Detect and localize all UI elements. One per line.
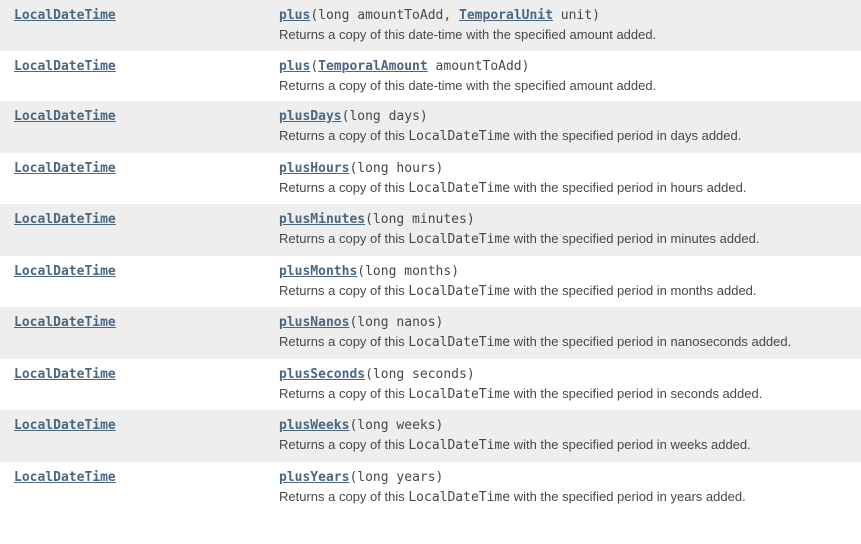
return-type-link[interactable]: LocalDateTime — [14, 470, 116, 485]
method-name-link[interactable]: plusHours — [279, 161, 349, 176]
method-name-link[interactable]: plusMonths — [279, 264, 357, 279]
method-description: Returns a copy of this LocalDateTime wit… — [279, 179, 851, 198]
method-signature: plusWeeks(long weeks) — [279, 417, 443, 432]
method-signature: plusYears(long years) — [279, 469, 443, 484]
return-type-link[interactable]: LocalDateTime — [14, 212, 116, 227]
signature-text: (long minutes) — [365, 212, 475, 227]
table-row: LocalDateTime plusWeeks(long weeks) Return… — [0, 410, 861, 462]
method-cell: plusMinutes(long minutes) Returns a copy … — [279, 204, 861, 256]
method-description: Returns a copy of this LocalDateTime wit… — [279, 230, 851, 249]
method-cell: plusSeconds(long seconds) Returns a copy … — [279, 359, 861, 411]
method-description: Returns a copy of this date-time with th… — [279, 77, 851, 95]
table-row: LocalDateTime plus(TemporalAmount amountT… — [0, 51, 861, 102]
method-signature: plusMonths(long months) — [279, 263, 459, 278]
method-description: Returns a copy of this date-time with th… — [279, 26, 851, 44]
return-type-link[interactable]: LocalDateTime — [14, 8, 116, 23]
method-description: Returns a copy of this LocalDateTime wit… — [279, 385, 851, 404]
return-type-cell: LocalDateTime — [0, 256, 279, 308]
signature-text: (long hours) — [349, 161, 443, 176]
signature-text: (long weeks) — [349, 418, 443, 433]
return-type-link[interactable]: LocalDateTime — [14, 264, 116, 279]
method-cell: plus(long amountToAdd, TemporalUnit unit… — [279, 0, 861, 51]
param-type-link[interactable]: TemporalAmount — [318, 59, 428, 74]
signature-text: (long nanos) — [349, 315, 443, 330]
method-signature: plus(TemporalAmount amountToAdd) — [279, 58, 529, 73]
return-type-cell: LocalDateTime — [0, 359, 279, 411]
method-name-link[interactable]: plusWeeks — [279, 418, 349, 433]
signature-text: ( — [310, 59, 318, 74]
return-type-link[interactable]: LocalDateTime — [14, 418, 116, 433]
method-description: Returns a copy of this LocalDateTime wit… — [279, 282, 851, 301]
signature-text: (long seconds) — [365, 367, 475, 382]
method-description: Returns a copy of this LocalDateTime wit… — [279, 127, 851, 146]
method-signature: plusDays(long days) — [279, 108, 428, 123]
method-name-link[interactable]: plusYears — [279, 470, 349, 485]
method-cell: plusMonths(long months) Returns a copy of… — [279, 256, 861, 308]
table-row: LocalDateTime plusHours(long hours) Return… — [0, 153, 861, 205]
method-cell: plusDays(long days) Returns a copy of thi… — [279, 101, 861, 153]
method-cell: plusYears(long years) Returns a copy of t… — [279, 462, 861, 514]
method-description: Returns a copy of this LocalDateTime wit… — [279, 333, 851, 352]
method-cell: plusHours(long hours) Returns a copy of t… — [279, 153, 861, 205]
method-description: Returns a copy of this LocalDateTime wit… — [279, 488, 851, 507]
method-name-link[interactable]: plus — [279, 59, 310, 74]
return-type-cell: LocalDateTime — [0, 0, 279, 51]
method-signature: plusNanos(long nanos) — [279, 314, 443, 329]
table-row: LocalDateTime plusMinutes(long minutes) Re… — [0, 204, 861, 256]
param-type-link[interactable]: TemporalUnit — [459, 8, 553, 23]
method-name-link[interactable]: plus — [279, 8, 310, 23]
table-row: LocalDateTime plusSeconds(long seconds) Re… — [0, 359, 861, 411]
method-signature: plusHours(long hours) — [279, 160, 443, 175]
signature-text: (long amountToAdd, — [310, 8, 459, 23]
table-row: LocalDateTime plusYears(long years) Return… — [0, 462, 861, 514]
signature-text: amountToAdd) — [428, 59, 530, 74]
return-type-link[interactable]: LocalDateTime — [14, 59, 116, 74]
method-signature: plusSeconds(long seconds) — [279, 366, 475, 381]
return-type-cell: LocalDateTime — [0, 204, 279, 256]
method-summary-table: LocalDateTimeplus(long amountToAdd, Temp… — [0, 0, 861, 513]
method-name-link[interactable]: plusMinutes — [279, 212, 365, 227]
table-row: LocalDateTime plus(long amountToAdd, Temp… — [0, 0, 861, 51]
method-cell: plusWeeks(long weeks) Returns a copy of t… — [279, 410, 861, 462]
return-type-cell: LocalDateTime — [0, 101, 279, 153]
table-row: LocalDateTime plusMonths(long months) Retu… — [0, 256, 861, 308]
method-name-link[interactable]: plusSeconds — [279, 367, 365, 382]
table-row: LocalDateTime plusDays(long days) Returns … — [0, 101, 861, 153]
signature-text: (long days) — [342, 109, 428, 124]
return-type-cell: LocalDateTime — [0, 307, 279, 359]
signature-text: (long months) — [357, 264, 459, 279]
method-name-link[interactable]: plusDays — [279, 109, 342, 124]
table-row: LocalDateTime plusNanos(long nanos) Return… — [0, 307, 861, 359]
signature-text: (long years) — [349, 470, 443, 485]
return-type-link[interactable]: LocalDateTime — [14, 161, 116, 176]
method-signature: plusMinutes(long minutes) — [279, 211, 475, 226]
return-type-link[interactable]: LocalDateTime — [14, 109, 116, 124]
return-type-link[interactable]: LocalDateTime — [14, 315, 116, 330]
method-cell: plus(TemporalAmount amountToAdd) Returns … — [279, 51, 861, 102]
return-type-cell: LocalDateTime — [0, 462, 279, 514]
return-type-cell: LocalDateTime — [0, 410, 279, 462]
return-type-cell: LocalDateTime — [0, 51, 279, 102]
return-type-link[interactable]: LocalDateTime — [14, 367, 116, 382]
signature-text: unit) — [553, 8, 600, 23]
method-description: Returns a copy of this LocalDateTime wit… — [279, 436, 851, 455]
return-type-cell: LocalDateTime — [0, 153, 279, 205]
method-name-link[interactable]: plusNanos — [279, 315, 349, 330]
method-cell: plusNanos(long nanos) Returns a copy of t… — [279, 307, 861, 359]
method-signature: plus(long amountToAdd, TemporalUnit unit… — [279, 7, 600, 22]
